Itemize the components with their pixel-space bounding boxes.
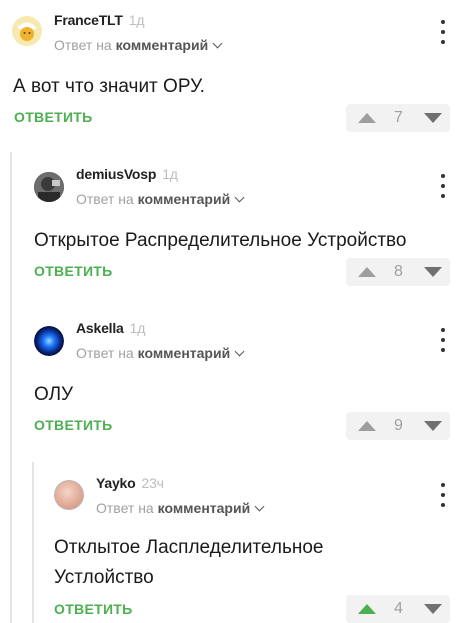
author-name[interactable]: Askella 1д [76,320,145,336]
avatar[interactable] [34,172,64,202]
upvote-button[interactable]: 9 [346,412,422,440]
thread-line [32,462,34,623]
author-name[interactable]: Yayko 23ч [96,475,164,491]
arrow-up-icon [358,421,376,431]
more-vertical-icon[interactable] [440,328,446,352]
avatar[interactable] [12,16,42,46]
more-vertical-icon[interactable] [440,483,446,507]
arrow-down-icon [424,421,442,431]
comment-text: Отклытое Ласпледелительное Устлойство [54,537,324,588]
avatar[interactable] [54,480,84,510]
chevron-down-icon [254,501,265,512]
reply-button[interactable]: ОТВЕТИТЬ [34,263,113,279]
more-vertical-icon[interactable] [440,174,446,198]
comment-time: 1д [128,12,145,28]
arrow-up-icon [358,113,376,123]
reply-button[interactable]: ОТВЕТИТЬ [54,601,133,617]
more-vertical-icon[interactable] [440,20,446,44]
upvote-button[interactable]: 8 [346,258,422,286]
comment-time: 23ч [141,475,164,491]
thread-line [10,152,12,623]
downvote-button[interactable] [416,258,450,286]
upvote-button[interactable]: 4 [346,595,422,623]
downvote-button[interactable] [416,104,450,132]
score: 8 [394,263,403,280]
chevron-down-icon [234,346,245,357]
downvote-button[interactable] [416,595,450,623]
arrow-down-icon [424,113,442,123]
reply-to-link[interactable]: Ответ на комментарий [76,191,245,207]
arrow-up-icon [358,604,376,614]
score: 7 [394,109,403,126]
upvote-button[interactable]: 7 [346,104,422,132]
comment-text: А вот что значит ОРУ. [13,76,205,97]
arrow-up-icon [358,267,376,277]
reply-button[interactable]: ОТВЕТИТЬ [34,417,113,433]
author-name[interactable]: FranceTLT 1д [54,12,144,28]
comment: FranceTLT 1д Ответ на комментарий А вот ч… [0,0,456,140]
reply-to-link[interactable]: Ответ на комментарий [54,37,223,53]
comment-text: ОЛУ [34,384,74,405]
arrow-down-icon [424,267,442,277]
author-name[interactable]: demiusVosp 1д [76,166,178,182]
reply-button[interactable]: ОТВЕТИТЬ [14,109,93,125]
reply-to-link[interactable]: Ответ на комментарий [96,500,265,516]
score: 4 [394,600,403,617]
score: 9 [394,417,403,434]
arrow-down-icon [424,604,442,614]
reply-to-link[interactable]: Ответ на комментарий [76,345,245,361]
comment-time: 1д [129,320,146,336]
avatar[interactable] [34,326,64,356]
downvote-button[interactable] [416,412,450,440]
comment-time: 1д [162,166,178,182]
chevron-down-icon [234,192,245,203]
comment-text: Открытое Распределительное Устройство [34,230,407,251]
chevron-down-icon [212,38,223,49]
